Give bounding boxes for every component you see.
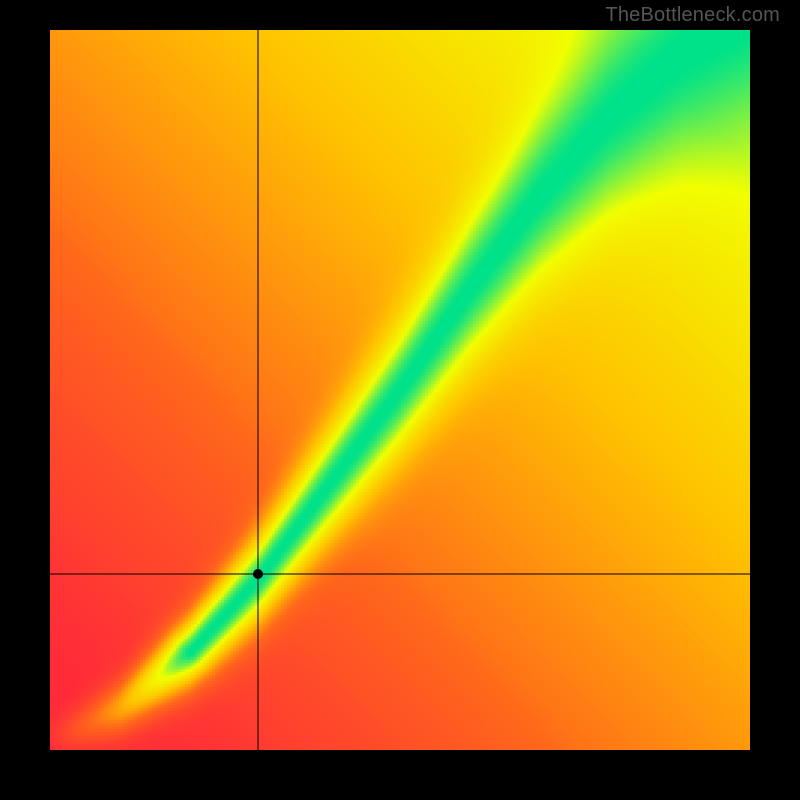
heatmap-canvas — [50, 30, 750, 750]
watermark-text: TheBottleneck.com — [605, 4, 780, 27]
chart-root: TheBottleneck.com — [0, 0, 800, 800]
plot-area — [50, 30, 750, 750]
